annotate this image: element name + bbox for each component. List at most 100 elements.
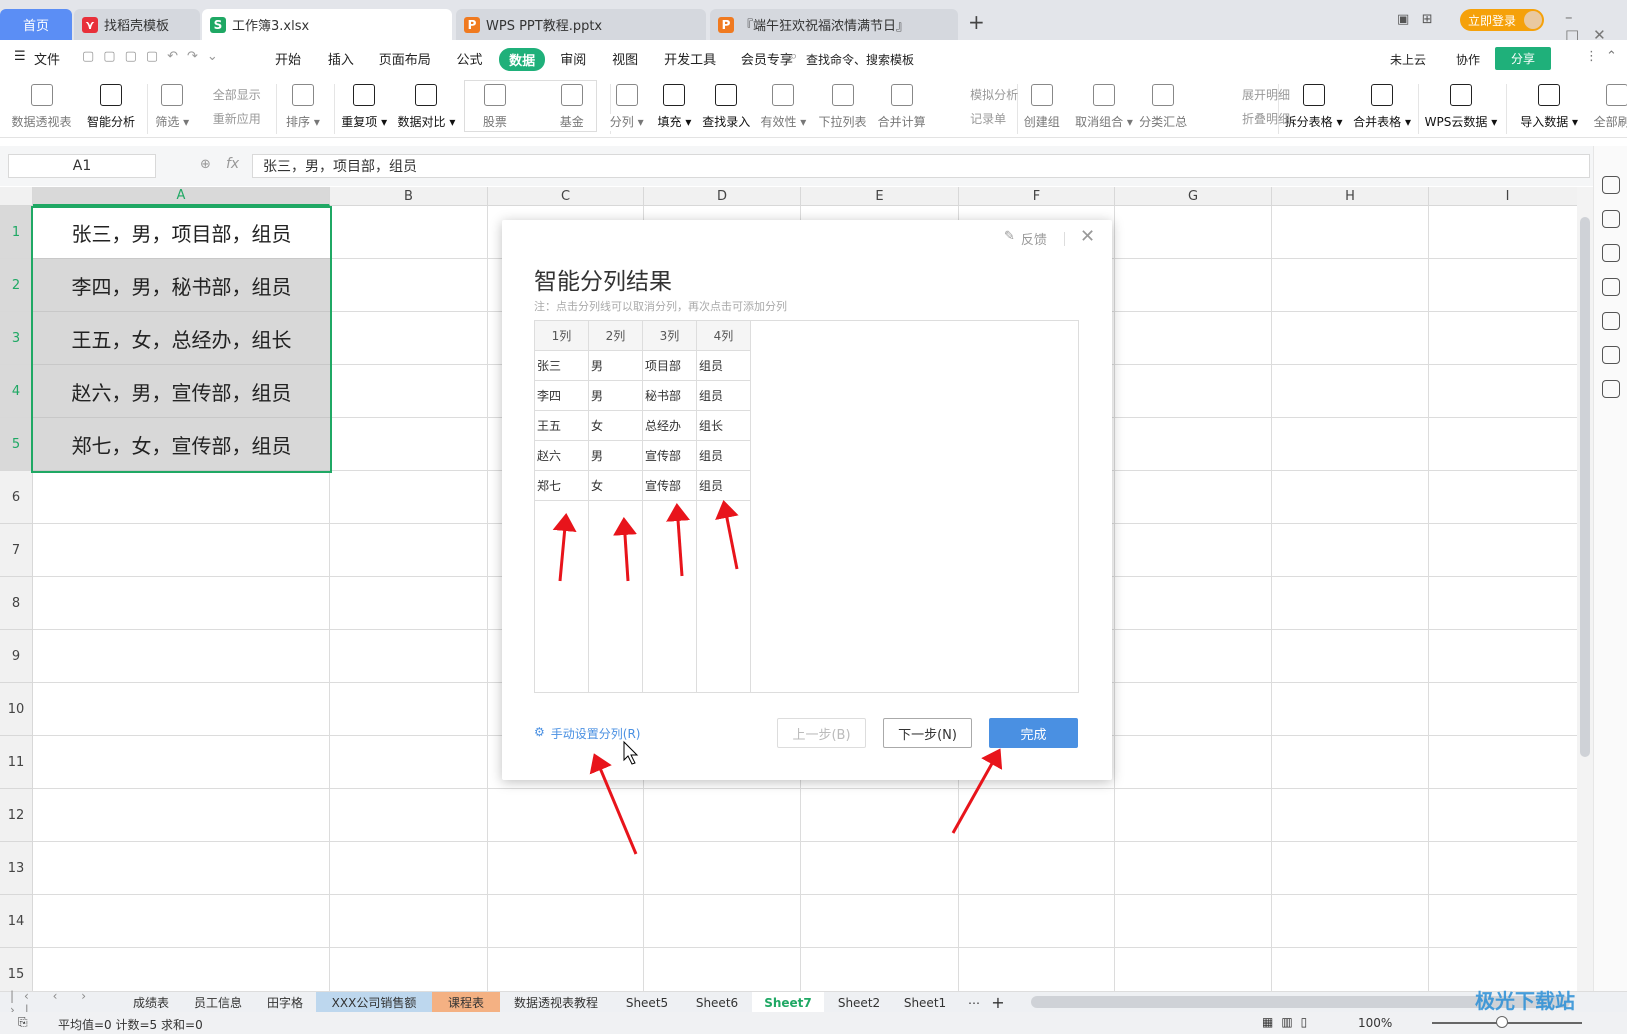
- pivot-icon[interactable]: [1602, 278, 1620, 296]
- window-tab[interactable]: 首页: [0, 9, 72, 40]
- window-tab[interactable]: S 工作簿3.xlsx: [202, 9, 452, 40]
- ribbon-button-label[interactable]: 重复项 ▾: [336, 114, 393, 131]
- ribbon-button-icon[interactable]: [1030, 84, 1053, 106]
- ribbon-button-label[interactable]: 导入数据 ▾: [1516, 114, 1583, 131]
- cloud-status[interactable]: 未上云: [1390, 51, 1426, 68]
- sheet-tab[interactable]: 员工信息: [182, 992, 254, 1013]
- row-header-5[interactable]: 5: [0, 418, 33, 471]
- ribbon-small-button[interactable]: 展开明细: [1242, 86, 1290, 103]
- ribbon-button-label[interactable]: 填充 ▾: [652, 114, 697, 131]
- ribbon-button-label[interactable]: 全部刷: [1593, 114, 1627, 131]
- row-header-10[interactable]: 10: [0, 683, 33, 736]
- ribbon-button-icon[interactable]: [1302, 84, 1325, 106]
- zoom-level[interactable]: 100%: [1358, 1016, 1392, 1030]
- ribbon-button-icon[interactable]: [1371, 84, 1394, 106]
- column-header-C[interactable]: C: [488, 187, 644, 206]
- menu-tab-5[interactable]: 审阅: [560, 49, 586, 68]
- sheet-tab[interactable]: 田字格: [254, 992, 316, 1013]
- lightning-icon[interactable]: [1602, 346, 1620, 364]
- ribbon-button-icon[interactable]: [615, 84, 638, 106]
- row-header-13[interactable]: 13: [0, 842, 33, 895]
- ribbon-button-label[interactable]: 查找录入: [697, 114, 756, 131]
- ribbon-button-label[interactable]: 合并表格 ▾: [1349, 114, 1416, 131]
- split-preview-table[interactable]: 1列 2列 3列 4列 张三男项目部 组员 李四男秘书部 组员 王五女总经办 组长 赵六男宣传部 组员…: [534, 320, 1079, 693]
- split-column-header[interactable]: 3列: [643, 321, 697, 351]
- add-sheet-button[interactable]: +: [988, 992, 1008, 1013]
- split-line[interactable]: [696, 321, 697, 692]
- login-button[interactable]: 立即登录: [1460, 9, 1545, 31]
- ribbon-button-icon[interactable]: [415, 84, 438, 106]
- prev-step-button[interactable]: 上一步(B): [777, 718, 866, 748]
- name-box[interactable]: A1: [8, 154, 156, 178]
- ribbon-button-label[interactable]: 基金: [553, 114, 590, 131]
- ribbon-button-label[interactable]: 分列 ▾: [604, 114, 649, 131]
- ribbon-button-icon[interactable]: [890, 84, 913, 106]
- row-header-8[interactable]: 8: [0, 577, 33, 630]
- ribbon-button-label[interactable]: 拆分表格 ▾: [1280, 114, 1347, 131]
- row-header-9[interactable]: 9: [0, 630, 33, 683]
- menu-tab-6[interactable]: 视图: [612, 49, 638, 68]
- ribbon-button-icon[interactable]: [831, 84, 854, 106]
- ribbon-button-icon[interactable]: [353, 84, 376, 106]
- rocket-icon[interactable]: [1602, 176, 1620, 194]
- collapse-ribbon-icon[interactable]: ⌃: [1606, 49, 1617, 64]
- collab-button[interactable]: 协作: [1456, 51, 1480, 68]
- ribbon-button-icon[interactable]: [1093, 84, 1115, 106]
- ribbon-button-label[interactable]: 数据对比 ▾: [393, 114, 460, 131]
- ribbon-button-label[interactable]: 取消组合 ▾: [1071, 114, 1137, 131]
- sheet-nav-buttons[interactable]: |‹ ‹ › ›|: [10, 989, 110, 1017]
- ribbon-button-icon[interactable]: [1449, 84, 1472, 106]
- zoom-slider-handle[interactable]: [1496, 1016, 1508, 1028]
- row-header-1[interactable]: 1: [0, 206, 33, 259]
- ribbon-button-icon[interactable]: [1152, 84, 1175, 106]
- close-icon[interactable]: ✕: [1080, 226, 1095, 247]
- column-header-B[interactable]: B: [330, 187, 488, 206]
- ribbon-small-button[interactable]: 重新应用: [213, 110, 261, 127]
- chart-icon[interactable]: [1602, 312, 1620, 330]
- row-header-11[interactable]: 11: [0, 736, 33, 789]
- ribbon-button-icon[interactable]: [1538, 84, 1561, 106]
- sheet-tab[interactable]: Sheet6: [682, 992, 752, 1013]
- more-icon[interactable]: ⋮: [1585, 49, 1598, 64]
- ribbon-button-icon[interactable]: [100, 84, 123, 106]
- menu-tab-8[interactable]: 会员专享: [741, 49, 793, 68]
- column-header-A[interactable]: A: [33, 187, 330, 206]
- sheet-tab[interactable]: Sheet7: [752, 992, 824, 1013]
- select-all-corner[interactable]: [0, 187, 33, 206]
- column-header-G[interactable]: G: [1115, 187, 1272, 206]
- ribbon-button-label[interactable]: 创建组: [1018, 114, 1065, 131]
- new-tab-button[interactable]: +: [968, 10, 985, 34]
- sheet-tab[interactable]: Sheet1: [894, 992, 956, 1013]
- zoom-formula-icon[interactable]: ⊕: [200, 157, 211, 172]
- row-header-14[interactable]: 14: [0, 895, 33, 948]
- ribbon-small-button[interactable]: 记录单: [970, 110, 1006, 127]
- scroll-thumb[interactable]: [1580, 217, 1590, 757]
- formula-input[interactable]: 张三，男，项目部，组员: [252, 154, 1590, 178]
- row-header-15[interactable]: 15: [0, 948, 33, 991]
- sheet-tab[interactable]: Sheet5: [612, 992, 682, 1013]
- sheet-tab[interactable]: Sheet2: [824, 992, 894, 1013]
- search-icon[interactable]: ⌕: [790, 49, 797, 64]
- row-header-3[interactable]: 3: [0, 312, 33, 365]
- more-sheets-icon[interactable]: ⋯: [964, 992, 984, 1013]
- ribbon-small-button[interactable]: 模拟分析: [970, 86, 1018, 103]
- view-mode-icons[interactable]: ▦▥▯: [1262, 1015, 1315, 1029]
- sheet-tab[interactable]: 数据透视表教程: [500, 992, 612, 1013]
- column-header-E[interactable]: E: [801, 187, 959, 206]
- ribbon-button-label[interactable]: 股票: [476, 114, 513, 131]
- row-header-7[interactable]: 7: [0, 524, 33, 577]
- command-search[interactable]: 查找命令、搜索模板: [806, 51, 914, 68]
- row-header-4[interactable]: 4: [0, 365, 33, 418]
- ribbon-button-label[interactable]: 下拉列表: [813, 114, 872, 131]
- quick-access-icons[interactable]: ▢▢▢▢↶↷⌄: [82, 49, 227, 64]
- vertical-scrollbar[interactable]: [1577, 187, 1593, 991]
- ribbon-button-icon[interactable]: [161, 84, 184, 106]
- column-header-H[interactable]: H: [1272, 187, 1429, 206]
- apps-grid-icon[interactable]: ⊞: [1422, 12, 1433, 27]
- menu-file[interactable]: 文件: [34, 49, 60, 68]
- ribbon-button-label[interactable]: 数据透视表: [8, 114, 75, 131]
- feedback-button[interactable]: ✎ 反馈: [1004, 229, 1047, 248]
- menu-tab-3[interactable]: 公式: [457, 49, 483, 68]
- column-header-F[interactable]: F: [959, 187, 1115, 206]
- zoom-slider[interactable]: [1432, 1016, 1582, 1028]
